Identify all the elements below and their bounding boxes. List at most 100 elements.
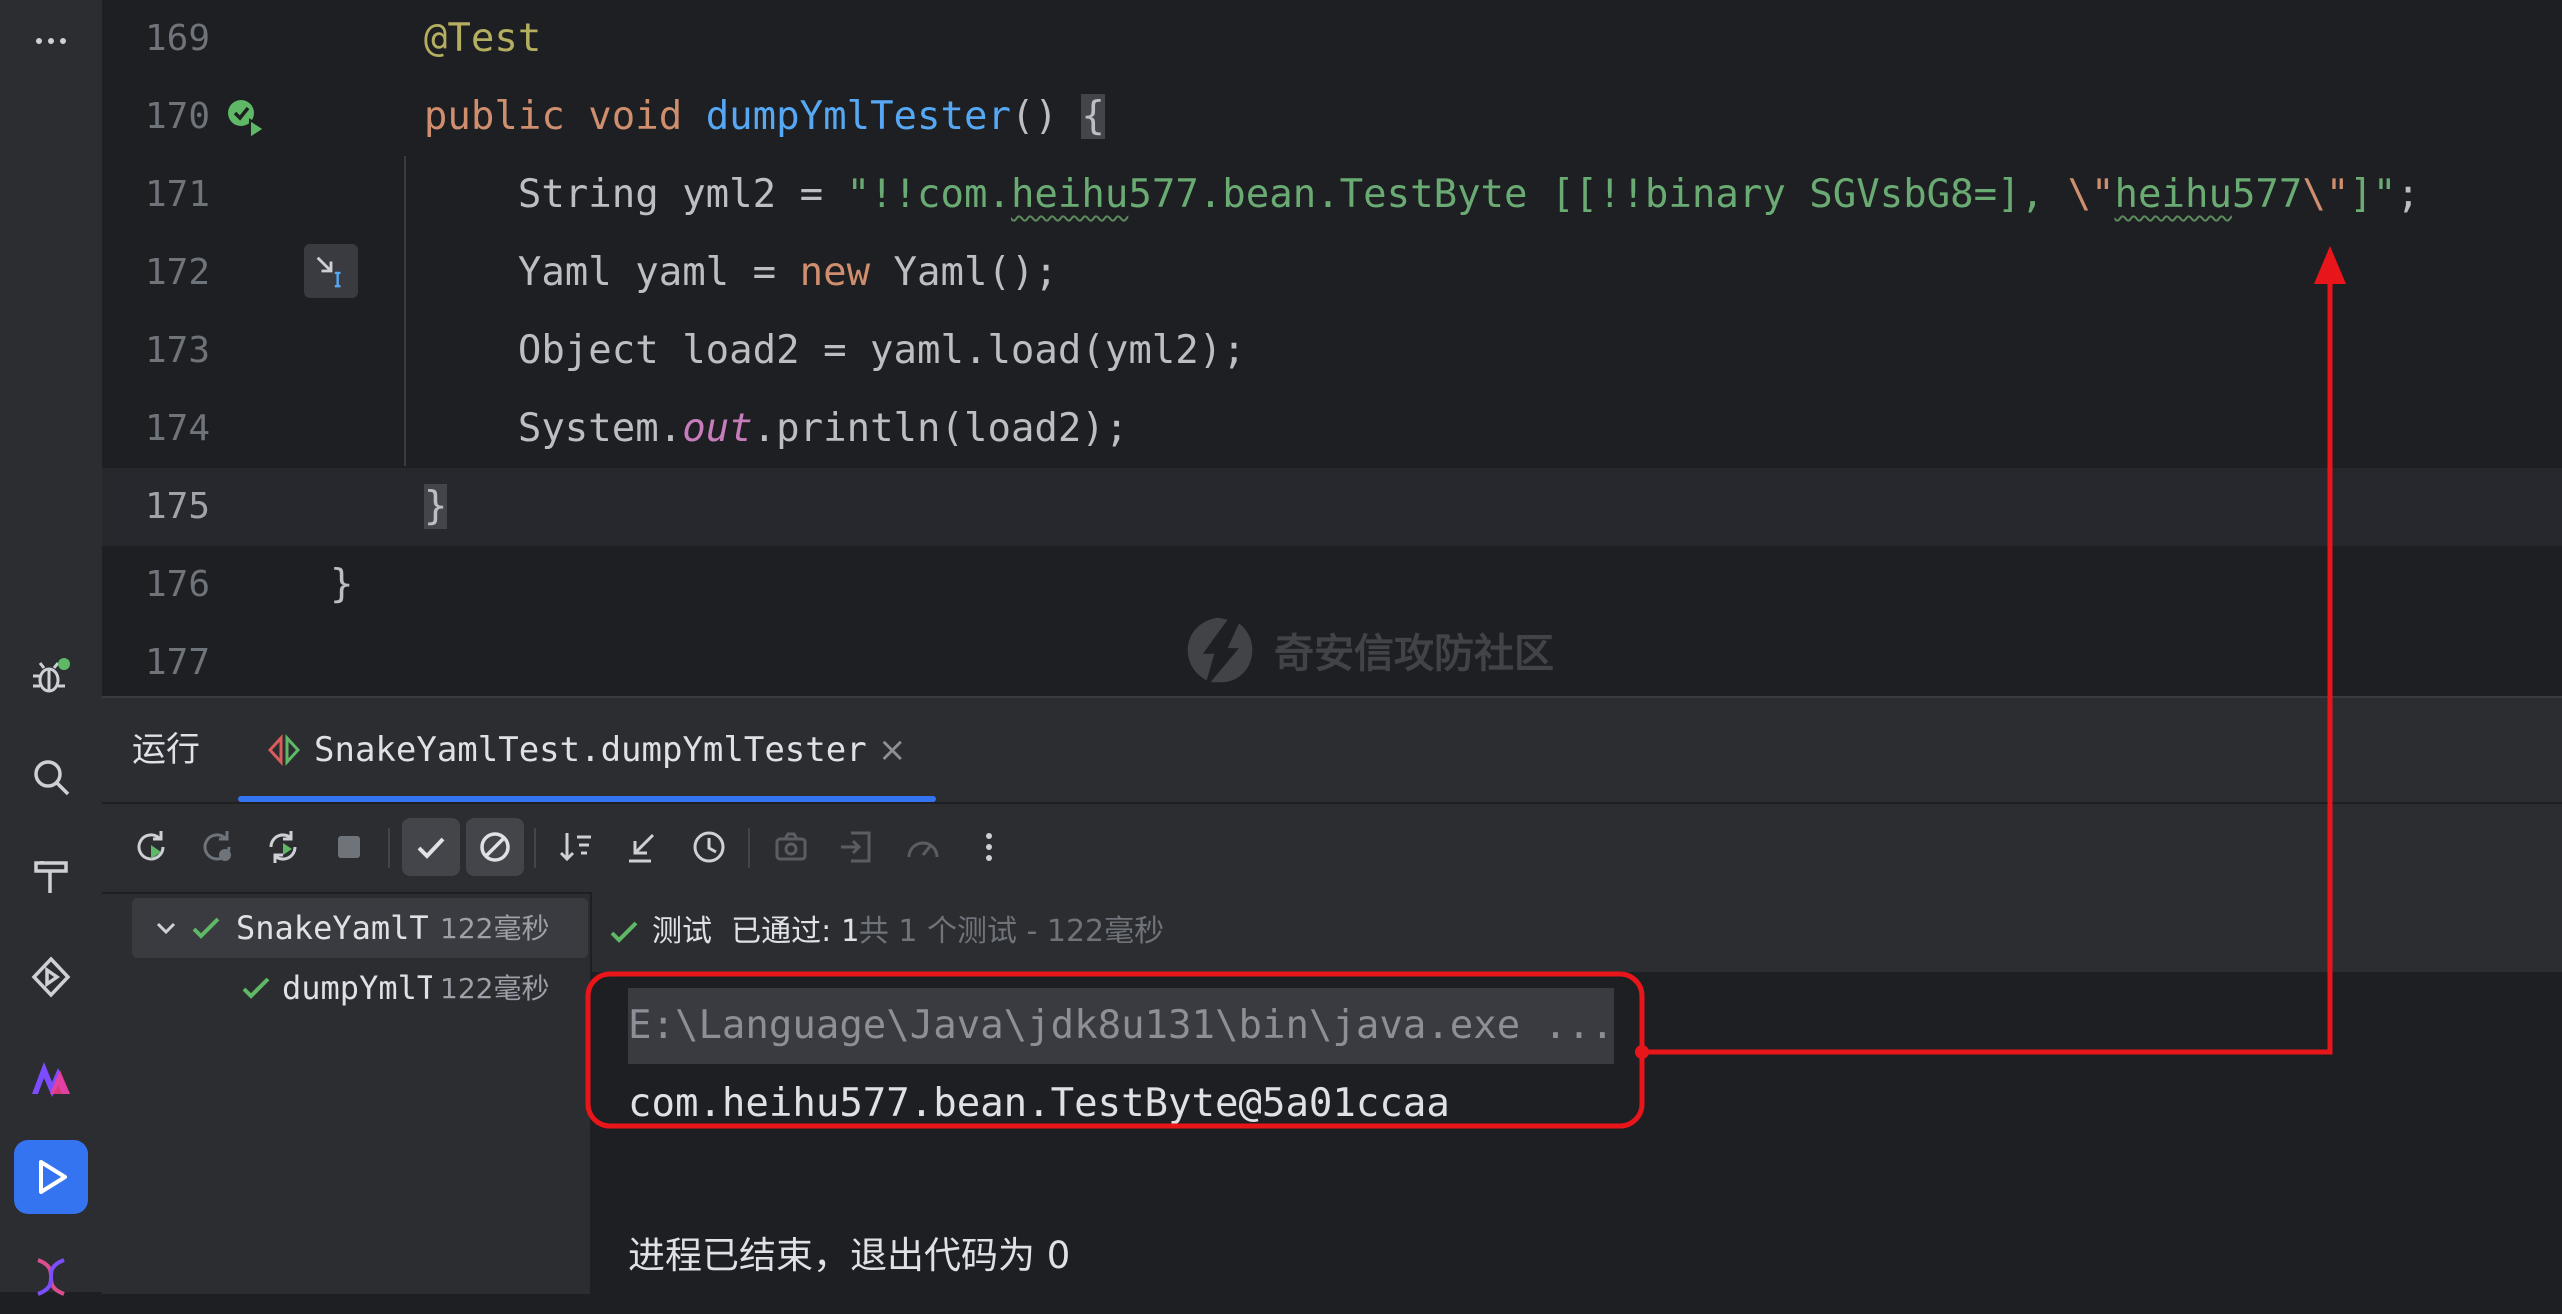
indent-guide xyxy=(404,156,406,466)
code-text[interactable]: public void dumpYmlTester() { xyxy=(330,78,1105,156)
run-test-gutter-icon[interactable] xyxy=(224,96,268,140)
passed-check-icon xyxy=(192,917,220,939)
code-editor[interactable]: 169 @Test 170 public void dumpYmlTester()… xyxy=(102,0,2562,696)
code-token: System. xyxy=(517,406,683,451)
toggle-auto-test-icon[interactable] xyxy=(254,818,312,876)
code-line[interactable]: 174 System.out.println(load2); xyxy=(102,390,2562,468)
line-number[interactable]: 169 xyxy=(102,0,210,78)
rerun-failed-icon[interactable] xyxy=(188,818,246,876)
stop-icon[interactable] xyxy=(320,818,378,876)
code-token: @Test xyxy=(423,16,542,61)
console-output[interactable]: 测试 已通过: 1共 1 个测试 - 122毫秒 E:\Language\Jav… xyxy=(592,892,2562,1294)
tree-node-duration: 122毫秒 xyxy=(440,972,550,1005)
code-text[interactable]: @Test xyxy=(330,0,541,78)
code-token: "!!com. xyxy=(846,172,1011,217)
code-token: ; xyxy=(2396,172,2420,217)
code-text[interactable]: Yaml yaml = new Yaml(); xyxy=(330,234,1058,312)
services-icon[interactable] xyxy=(14,940,88,1014)
code-text[interactable]: Object load2 = yaml.load(yml2); xyxy=(330,312,1246,390)
code-token: heihu xyxy=(1010,172,1129,217)
chevron-down-icon[interactable] xyxy=(148,910,184,946)
code-line[interactable]: 172 Yaml yaml = new Yaml(); xyxy=(102,234,2562,312)
import-tests-icon[interactable] xyxy=(828,818,886,876)
intention-action-icon[interactable] xyxy=(304,244,358,298)
history-clock-icon[interactable] xyxy=(680,818,738,876)
line-number[interactable]: 170 xyxy=(102,78,210,156)
code-token: 577.bean.TestByte [[!!binary SGVsbG8=], xyxy=(1128,172,2068,217)
code-token: Yaml yaml = xyxy=(517,250,800,295)
run-tool-window: 运行 SnakeYamlTest.dumpYmlTester × SnakeYa… xyxy=(102,696,2562,1294)
debug-icon[interactable] xyxy=(14,640,88,714)
line-number[interactable]: 172 xyxy=(102,234,210,312)
search-icon[interactable] xyxy=(14,740,88,814)
code-token: () xyxy=(1010,94,1082,139)
code-token: heihu xyxy=(2114,172,2232,217)
run-toolbar xyxy=(102,802,2562,894)
tree-node-label: dumpYmlT xyxy=(282,969,432,1007)
plugin-logo-icon[interactable] xyxy=(14,1040,88,1114)
line-number[interactable]: 177 xyxy=(102,624,210,696)
toolbar-separator xyxy=(388,828,390,868)
sort-icon[interactable] xyxy=(548,818,606,876)
code-line[interactable]: 173 Object load2 = yaml.load(yml2); xyxy=(102,312,2562,390)
coverage-gauge-icon[interactable] xyxy=(894,818,952,876)
collapse-all-icon[interactable] xyxy=(614,818,672,876)
code-token: String yml2 = xyxy=(517,172,847,217)
code-line[interactable]: 170 public void dumpYmlTester() { xyxy=(102,78,2562,156)
rerun-icon[interactable] xyxy=(122,818,180,876)
more-options-icon[interactable] xyxy=(960,818,1018,876)
run-panel-title: 运行 xyxy=(132,730,200,770)
code-text[interactable]: } xyxy=(330,546,353,624)
passed-check-icon xyxy=(610,921,638,943)
code-token: } xyxy=(330,562,354,607)
build-hammer-icon[interactable] xyxy=(14,840,88,914)
line-number[interactable]: 171 xyxy=(102,156,210,234)
show-passed-icon[interactable] xyxy=(402,818,460,876)
run-icon[interactable] xyxy=(14,1140,88,1214)
code-token: { xyxy=(1081,94,1105,139)
code-token: dumpYmlTester xyxy=(705,94,1011,139)
code-line[interactable]: 169 @Test xyxy=(102,0,2562,78)
toolbar-separator xyxy=(534,828,536,868)
close-tab-icon[interactable]: × xyxy=(878,698,907,802)
watermark: 奇安信攻防社区 xyxy=(1182,610,1554,690)
code-text[interactable]: System.out.println(load2); xyxy=(330,390,1129,468)
console-command-line[interactable]: E:\Language\Java\jdk8u131\bin\java.exe .… xyxy=(628,988,1615,1064)
line-number[interactable]: 175 xyxy=(102,468,210,546)
code-line[interactable]: 171 String yml2 = "!!com.heihu577.bean.T… xyxy=(102,156,2562,234)
line-number[interactable]: 176 xyxy=(102,546,210,624)
run-configuration-tab[interactable]: SnakeYamlTest.dumpYmlTester × xyxy=(238,698,938,802)
line-number[interactable]: 173 xyxy=(102,312,210,390)
code-token: Object load2 = yaml.load(yml2); xyxy=(517,328,1246,373)
test-status-bar: 测试 已通过: 1共 1 个测试 - 122毫秒 xyxy=(592,892,2562,972)
status-passed-label: 已通过: xyxy=(731,914,832,949)
code-token: \" xyxy=(2067,172,2115,217)
test-results-tree[interactable]: SnakeYamlT 122毫秒 dumpYmlT 122毫秒 xyxy=(102,892,592,1294)
screenshot-camera-icon[interactable] xyxy=(762,818,820,876)
tree-node-test-method[interactable]: dumpYmlT 122毫秒 xyxy=(132,958,588,1018)
code-token: Yaml(); xyxy=(870,250,1058,295)
show-ignored-icon[interactable] xyxy=(466,818,524,876)
code-text[interactable]: String yml2 = "!!com.heihu577.bean.TestB… xyxy=(330,156,2420,234)
line-number[interactable]: 174 xyxy=(102,390,210,468)
console-exit-message: 进程已结束，退出代码为 0 xyxy=(628,1234,1071,1277)
tree-node-test-class[interactable]: SnakeYamlT 122毫秒 xyxy=(132,898,588,958)
status-passed-count: 1 xyxy=(840,914,859,949)
status-total: 共 1 个测试 - 122毫秒 xyxy=(858,914,1165,949)
code-text[interactable]: } xyxy=(330,468,448,546)
test-status-text: 测试 已通过: 1共 1 个测试 - 122毫秒 xyxy=(652,892,1164,972)
code-token: .println(load2); xyxy=(752,406,1129,451)
code-line[interactable]: 175 } xyxy=(102,468,2562,546)
activity-bar xyxy=(0,0,104,1296)
tree-node-duration: 122毫秒 xyxy=(440,912,550,945)
watermark-logo-icon xyxy=(1187,617,1253,683)
tree-node-label: SnakeYamlT xyxy=(236,909,429,947)
git-dna-icon[interactable] xyxy=(14,1240,88,1314)
more-icon[interactable] xyxy=(14,4,88,78)
